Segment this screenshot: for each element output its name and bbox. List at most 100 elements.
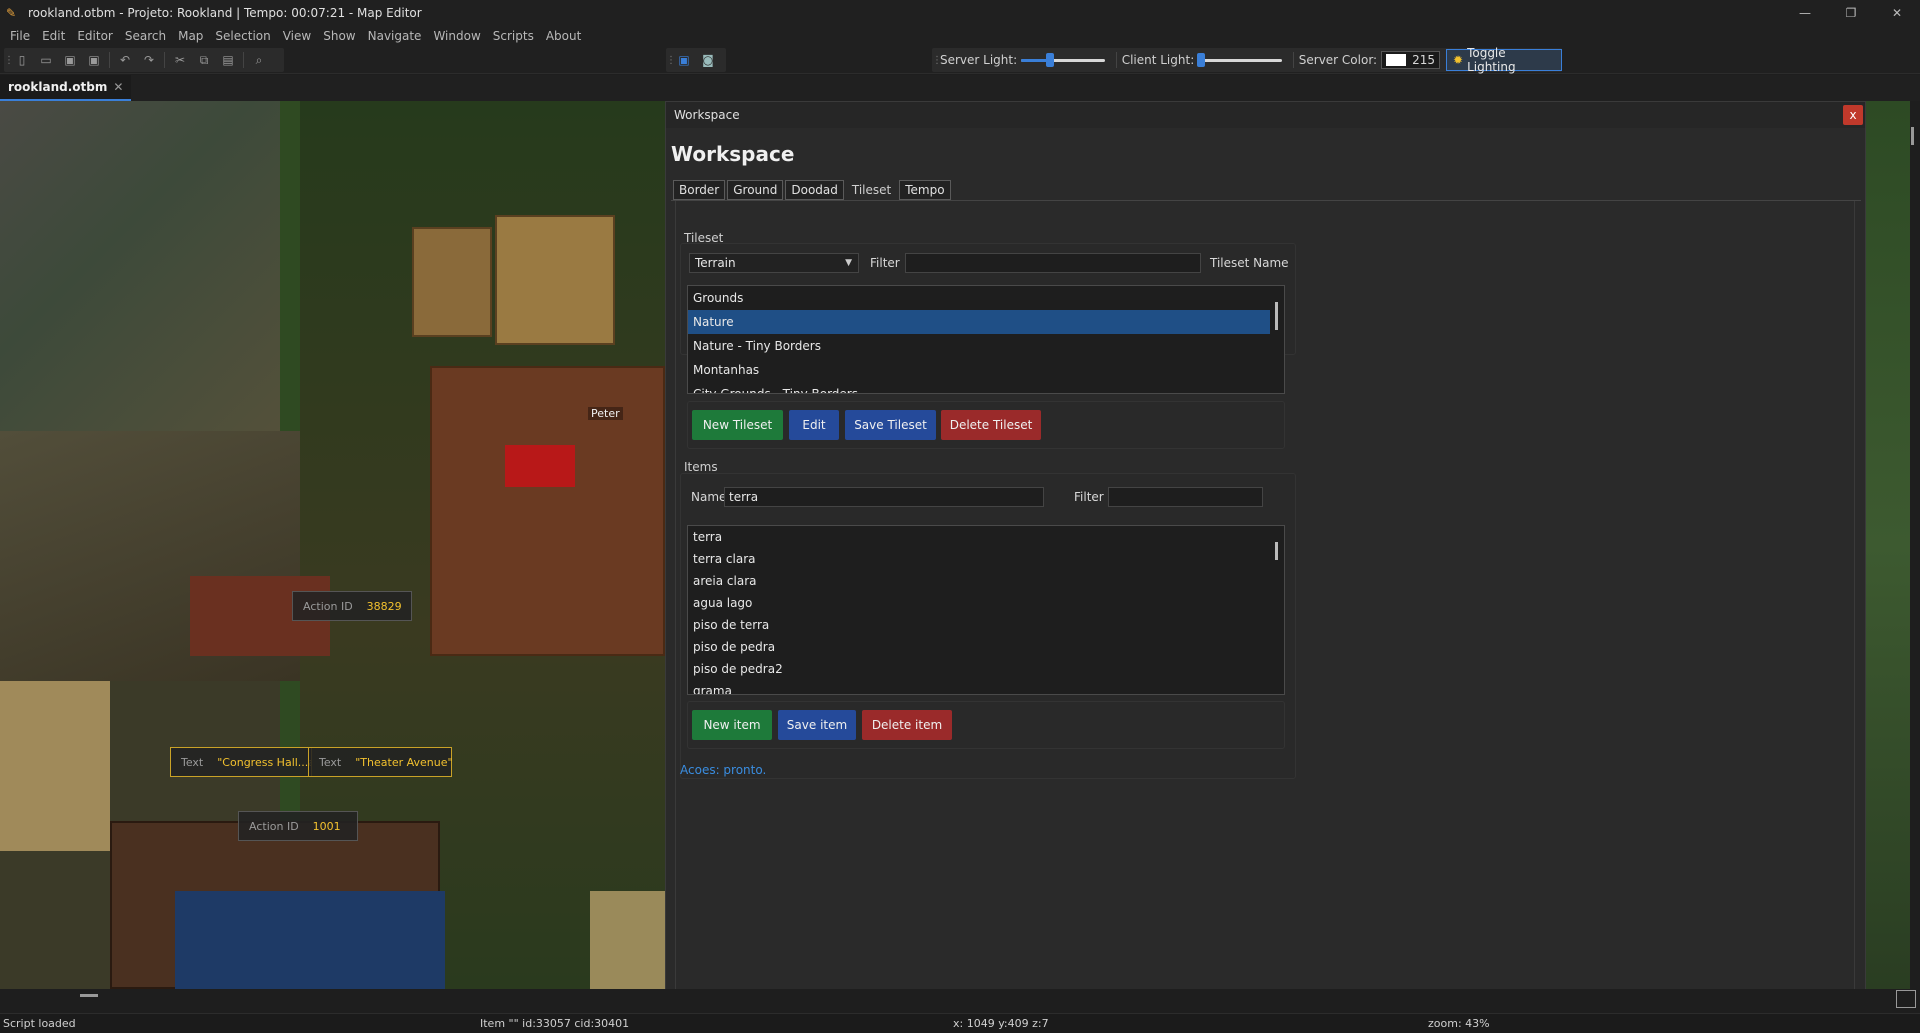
workspace-window: Workspace x Workspace Border Ground Dood… [665,101,1866,997]
list-item[interactable]: Grounds [688,286,1284,310]
menu-file[interactable]: File [4,29,36,43]
single-floor-icon[interactable]: ▣ [672,49,696,71]
menu-view[interactable]: View [277,29,317,43]
new-file-icon[interactable]: ▯ [10,49,34,71]
copy-icon[interactable]: ⧉ [192,49,216,71]
map-building [495,215,615,345]
delete-tileset-button[interactable]: Delete Tileset [941,410,1041,440]
toolbar-separator [1115,52,1117,68]
toggle-lighting-label: Toggle Lighting [1467,46,1516,74]
document-tab[interactable]: rookland.otbm ✕ [0,75,132,101]
list-item[interactable]: Montanhas [688,358,1284,382]
map-vertical-scrollbar[interactable] [1910,101,1920,989]
save-tileset-button[interactable]: Save Tileset [845,410,936,440]
window-controls: — ❐ ✕ [1782,0,1920,26]
list-item-selected[interactable]: Nature [688,310,1284,334]
close-tab-icon[interactable]: ✕ [113,80,123,94]
action-id-label: Action ID [249,819,299,833]
title-bar: ✎ rookland.otbm - Projeto: Rookland | Te… [0,0,1920,26]
close-window-button[interactable]: ✕ [1874,0,1920,26]
script-status: Script loaded [3,1017,76,1030]
open-folder-icon[interactable]: ▭ [34,49,58,71]
map-red-carpet [505,445,575,487]
menu-edit[interactable]: Edit [36,29,71,43]
list-item[interactable]: terra [688,526,1284,548]
map-horizontal-scrollbar[interactable] [0,989,1900,1001]
toggle-lighting-button[interactable]: ✹ Toggle Lighting [1446,46,1562,74]
list-item[interactable]: Nature - Tiny Borders [688,334,1284,358]
paste-icon[interactable]: ▤ [216,49,240,71]
map-canvas-right[interactable] [1866,101,1910,989]
items-list[interactable]: terra terra clara areia clara agua lago … [687,525,1285,695]
new-item-button[interactable]: New item [692,710,772,740]
list-item[interactable]: piso de pedra [688,636,1284,658]
tab-tileset[interactable]: Tileset [845,180,898,200]
tab-tempo[interactable]: Tempo [899,180,951,200]
save-as-icon[interactable]: ▣ [82,49,106,71]
list-item[interactable]: agua lago [688,592,1284,614]
actions-status: Acoes: pronto. [680,763,767,777]
action-id-tooltip: Action ID 1001 [238,811,358,841]
scroll-thumb[interactable] [1275,302,1278,330]
server-light-slider[interactable] [1021,52,1105,68]
search-icon[interactable]: ⌕ [247,49,271,71]
menu-search[interactable]: Search [119,29,172,43]
server-color-picker[interactable]: 215 [1381,51,1440,69]
cut-icon[interactable]: ✂ [168,49,192,71]
item-filter-input[interactable] [1108,487,1263,507]
slider-track [1198,59,1282,62]
tileset-category-select[interactable]: Terrain ▼ [689,253,859,273]
menu-scripts[interactable]: Scripts [487,29,540,43]
tab-border[interactable]: Border [673,180,726,200]
delete-item-button[interactable]: Delete item [862,710,952,740]
save-item-button[interactable]: Save item [778,710,856,740]
item-name-label: Name [691,490,727,504]
menu-navigate[interactable]: Navigate [362,29,428,43]
slider-thumb[interactable] [1196,53,1205,67]
edit-tileset-button[interactable]: Edit [789,410,839,440]
menu-selection[interactable]: Selection [209,29,276,43]
tab-doodad[interactable]: Doodad [785,180,844,200]
text-label: Text [181,755,204,769]
undo-icon[interactable]: ↶ [113,49,137,71]
menu-about[interactable]: About [540,29,587,43]
lighting-toolbar: ⋮ Server Light: Client Light: Server Col… [932,46,1562,74]
menu-show[interactable]: Show [317,29,361,43]
save-icon[interactable]: ▣ [58,49,82,71]
toolbar-grip[interactable]: ⋮ [932,55,942,66]
list-item[interactable]: City Grounds - Tiny Borders [688,382,1284,393]
workspace-close-button[interactable]: x [1843,105,1863,125]
scroll-thumb[interactable] [1275,542,1278,560]
list-scrollbar[interactable] [1270,286,1284,393]
scroll-thumb[interactable] [80,994,98,997]
client-light-slider[interactable] [1196,52,1282,68]
menu-editor[interactable]: Editor [71,29,119,43]
list-item[interactable]: piso de pedra2 [688,658,1284,680]
list-item[interactable]: terra clara [688,548,1284,570]
document-tab-bar: rookland.otbm ✕ [0,75,1920,101]
minimap-toggle[interactable] [1896,990,1916,1008]
tileset-filter-input[interactable] [905,253,1201,273]
redo-icon[interactable]: ↷ [137,49,161,71]
item-name-input[interactable]: terra [724,487,1044,507]
slider-thumb[interactable] [1046,53,1055,67]
list-item[interactable]: piso de terra [688,614,1284,636]
minimize-button[interactable]: — [1782,0,1828,26]
map-water-area [0,101,300,431]
list-scrollbar[interactable] [1270,526,1284,694]
map-sand [0,681,110,851]
list-item[interactable]: areia clara [688,570,1284,592]
maximize-button[interactable]: ❐ [1828,0,1874,26]
menu-map[interactable]: Map [172,29,209,43]
list-item[interactable]: grama [688,680,1284,694]
tileset-list[interactable]: Grounds Nature Nature - Tiny Borders Mon… [687,285,1285,394]
item-filter-label: Filter [1074,490,1104,504]
all-floors-icon[interactable]: ◙ [696,49,720,71]
tab-ground[interactable]: Ground [727,180,784,200]
workspace-titlebar[interactable]: Workspace [666,102,1865,128]
tileset-filter-label: Filter [870,256,900,270]
new-tileset-button[interactable]: New Tileset [692,410,783,440]
map-canvas[interactable]: Peter Action ID 38829 Text "Congress Hal… [0,101,665,989]
menu-window[interactable]: Window [427,29,486,43]
scroll-thumb[interactable] [1911,127,1914,145]
